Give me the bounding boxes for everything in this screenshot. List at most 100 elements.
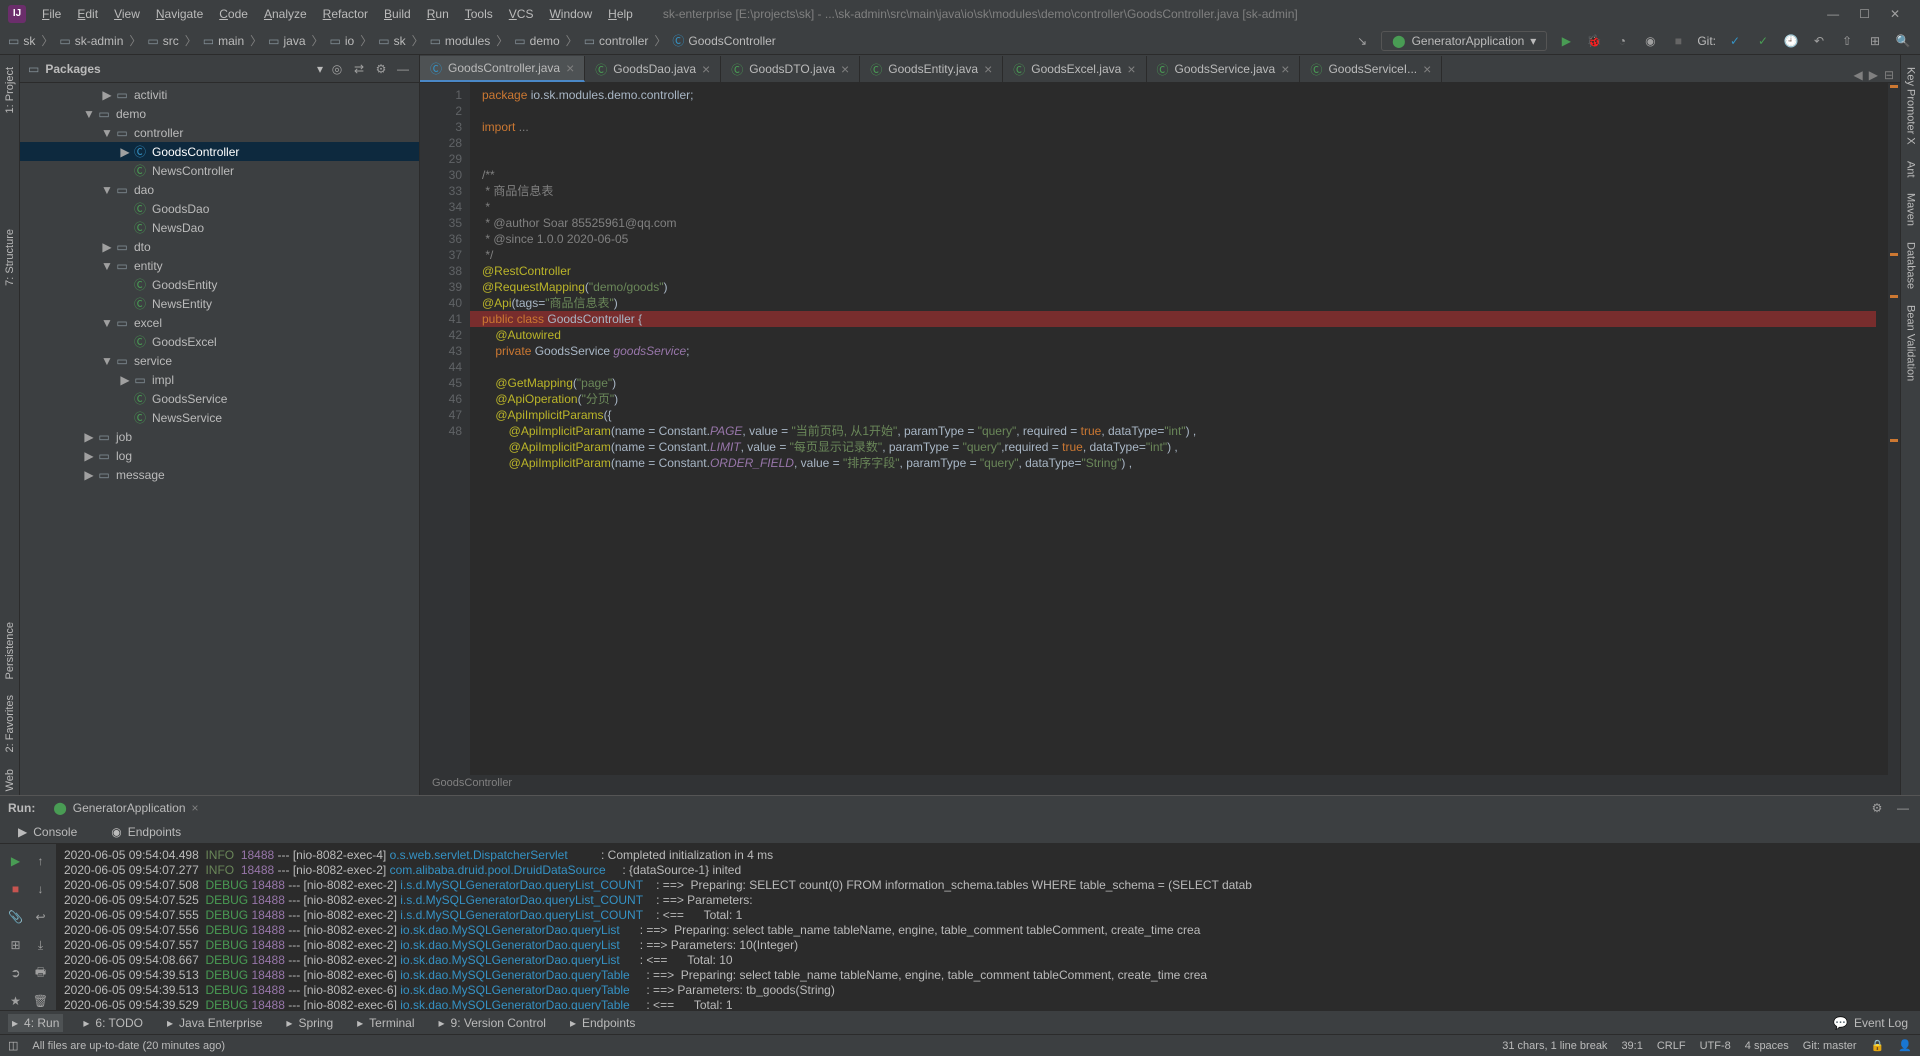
editor-tab[interactable]: ⒸGoodsController.java×: [420, 56, 585, 82]
vcs-rollback-icon[interactable]: ↶: [1810, 34, 1828, 48]
tree-node-goodsentity[interactable]: ⒸGoodsEntity: [20, 275, 419, 294]
code-line[interactable]: [482, 151, 1888, 167]
menu-file[interactable]: File: [34, 4, 69, 24]
tool-button-maven[interactable]: Maven: [1905, 189, 1917, 230]
breadcrumb-item[interactable]: Ⓒ GoodsController: [672, 32, 775, 49]
breadcrumb-item[interactable]: ▭ controller: [584, 34, 649, 48]
code-line[interactable]: @ApiImplicitParam(name = Constant.LIMIT,…: [482, 439, 1888, 455]
bottom-tab-endpoints[interactable]: ▸ Endpoints: [566, 1014, 639, 1032]
breadcrumb-item[interactable]: ▭ sk-admin: [59, 34, 123, 48]
breadcrumb-item[interactable]: ▭ src: [147, 34, 178, 48]
bottom-tab-terminal[interactable]: ▸ Terminal: [353, 1014, 418, 1032]
code-area[interactable]: package io.sk.modules.demo.controller; i…: [470, 83, 1888, 775]
bottom-tab-spring[interactable]: ▸ Spring: [282, 1014, 337, 1032]
code-line[interactable]: [482, 135, 1888, 151]
tree-node-newscontroller[interactable]: ⒸNewsController: [20, 161, 419, 180]
run-config-selector[interactable]: ⬤ GeneratorApplication ▾: [1381, 31, 1547, 51]
bottom-tab-6-todo[interactable]: ▸ 6: TODO: [79, 1014, 147, 1032]
breadcrumb-item[interactable]: ▭ modules: [430, 34, 491, 48]
filter-icon[interactable]: ⇄: [351, 62, 367, 76]
stop-icon[interactable]: ■: [4, 876, 27, 902]
menu-view[interactable]: View: [106, 4, 148, 24]
minimize-icon[interactable]: —: [1827, 7, 1839, 21]
code-line[interactable]: * @author Soar 85525961@qq.com: [482, 215, 1888, 231]
favorites-tool-button[interactable]: 2: Favorites: [4, 691, 16, 756]
code-line[interactable]: package io.sk.modules.demo.controller;: [482, 87, 1888, 103]
menu-tools[interactable]: Tools: [457, 4, 501, 24]
menu-code[interactable]: Code: [211, 4, 256, 24]
status-item[interactable]: CRLF: [1657, 1040, 1686, 1052]
tree-node-goodsdao[interactable]: ⒸGoodsDao: [20, 199, 419, 218]
project-tree[interactable]: ▶▭activiti▼▭demo▼▭controller▶ⒸGoodsContr…: [20, 83, 419, 795]
layout-icon[interactable]: ⊞: [4, 932, 27, 958]
close-icon[interactable]: ×: [984, 61, 992, 77]
breadcrumb-item[interactable]: ▭ io: [330, 34, 355, 48]
code-line[interactable]: import ...: [482, 119, 1888, 135]
close-icon[interactable]: ✕: [1890, 7, 1900, 21]
bottom-tab-java-enterprise[interactable]: ▸ Java Enterprise: [163, 1014, 266, 1032]
tree-node-log[interactable]: ▶▭log: [20, 446, 419, 465]
vcs-commit-icon[interactable]: ✓: [1754, 34, 1772, 48]
code-line[interactable]: @ApiImplicitParam(name = Constant.PAGE, …: [482, 423, 1888, 439]
ide-settings-icon[interactable]: ⊞: [1866, 34, 1884, 48]
print-icon[interactable]: 🖶: [29, 960, 52, 986]
menu-help[interactable]: Help: [600, 4, 641, 24]
vcs-history-icon[interactable]: 🕘: [1782, 34, 1800, 48]
menu-window[interactable]: Window: [541, 4, 600, 24]
menu-build[interactable]: Build: [376, 4, 419, 24]
console-output[interactable]: 2020-06-05 09:54:04.498 INFO 18488 --- […: [56, 844, 1920, 1010]
tool-button-ant[interactable]: Ant: [1905, 157, 1917, 182]
stop-icon[interactable]: ■: [1669, 34, 1687, 48]
code-line[interactable]: [482, 359, 1888, 375]
menu-run[interactable]: Run: [419, 4, 457, 24]
inspection-icon[interactable]: 👤: [1898, 1039, 1912, 1052]
search-everywhere-icon[interactable]: 🔍: [1894, 34, 1912, 48]
menu-vcs[interactable]: VCS: [501, 4, 542, 24]
status-item[interactable]: UTF-8: [1700, 1040, 1731, 1052]
lock-icon[interactable]: 🔒: [1871, 1039, 1885, 1052]
code-line[interactable]: [482, 103, 1888, 119]
close-icon[interactable]: ×: [1281, 61, 1289, 77]
code-line[interactable]: @Autowired: [482, 327, 1888, 343]
bottom-tab-4-run[interactable]: ▸ 4: Run: [8, 1014, 63, 1032]
web-tool-button[interactable]: Web: [4, 765, 16, 795]
code-line[interactable]: * 商品信息表: [482, 183, 1888, 199]
minimize-panel-icon[interactable]: —: [1894, 801, 1912, 815]
run-icon[interactable]: ▶: [1557, 34, 1575, 48]
editor-tab[interactable]: ⒸGoodsDTO.java×: [721, 56, 860, 82]
editor-tab[interactable]: ⒸGoodsDao.java×: [585, 56, 721, 82]
prev-tab-icon[interactable]: ◀: [1853, 68, 1862, 82]
tool-button-database[interactable]: Database: [1905, 238, 1917, 293]
code-line[interactable]: @ApiOperation("分页"): [482, 391, 1888, 407]
structure-tool-button[interactable]: 7: Structure: [4, 225, 16, 290]
menu-refactor[interactable]: Refactor: [315, 4, 376, 24]
minimize-panel-icon[interactable]: —: [395, 62, 411, 76]
tree-node-dto[interactable]: ▶▭dto: [20, 237, 419, 256]
attach-icon[interactable]: 📎: [4, 904, 27, 930]
project-tool-button[interactable]: 1: Project: [4, 63, 16, 117]
code-line[interactable]: @GetMapping("page"): [482, 375, 1888, 391]
star-icon[interactable]: ★: [4, 988, 27, 1010]
tool-button-key-promoter-x[interactable]: Key Promoter X: [1905, 63, 1917, 149]
run-subtab-endpoints[interactable]: ◉ Endpoints: [101, 823, 191, 841]
tree-node-job[interactable]: ▶▭job: [20, 427, 419, 446]
menu-edit[interactable]: Edit: [69, 4, 106, 24]
vcs-update-icon[interactable]: ✓: [1726, 34, 1744, 48]
persistence-tool-button[interactable]: Persistence: [4, 618, 16, 683]
vcs-push-icon[interactable]: ⇧: [1838, 34, 1856, 48]
breadcrumb-item[interactable]: ▭ sk: [378, 34, 405, 48]
close-icon[interactable]: ×: [1423, 61, 1431, 77]
menu-navigate[interactable]: Navigate: [148, 4, 211, 24]
hammer-icon[interactable]: ↘: [1353, 34, 1371, 48]
tool-windows-icon[interactable]: ◫: [8, 1039, 18, 1052]
tree-node-goodsservice[interactable]: ⒸGoodsService: [20, 389, 419, 408]
close-icon[interactable]: ×: [192, 801, 199, 815]
code-line[interactable]: @ApiImplicitParams({: [482, 407, 1888, 423]
gear-icon[interactable]: ⚙: [1868, 801, 1886, 815]
up-icon[interactable]: ↑: [29, 848, 52, 874]
status-item[interactable]: 4 spaces: [1745, 1040, 1789, 1052]
status-item[interactable]: 39:1: [1621, 1040, 1642, 1052]
editor-tab[interactable]: ⒸGoodsServiceI...×: [1300, 56, 1442, 82]
tree-node-goodsexcel[interactable]: ⒸGoodsExcel: [20, 332, 419, 351]
close-icon[interactable]: ×: [702, 61, 710, 77]
